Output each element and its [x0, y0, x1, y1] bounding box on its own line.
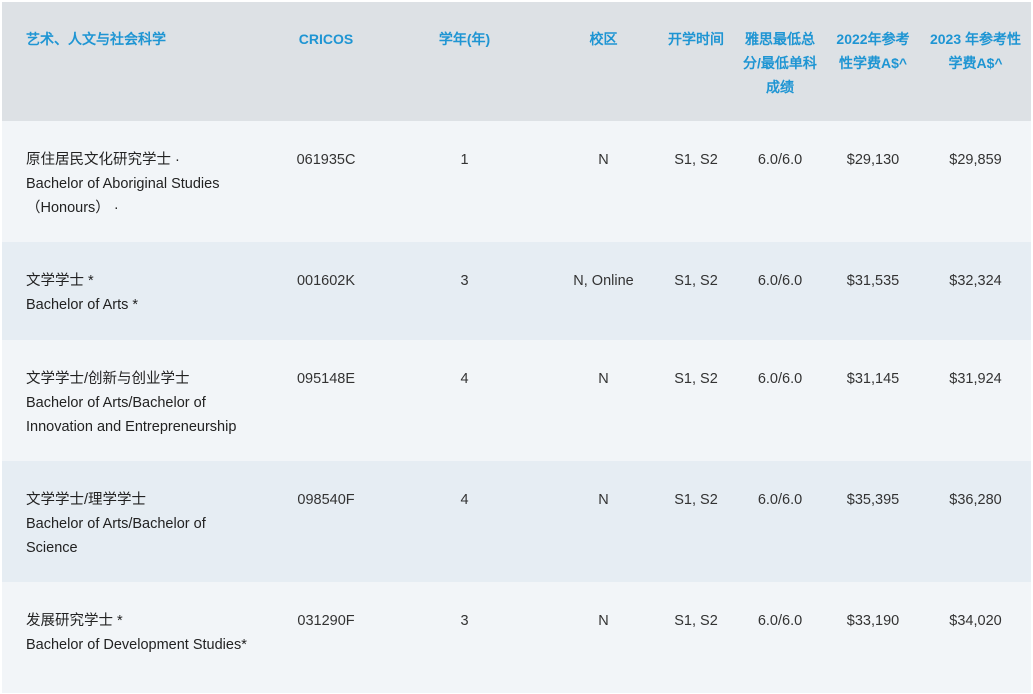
program-name-en: Bachelor of Arts/Bachelor of Science: [26, 516, 206, 556]
fee-2023-cell: $31,924: [949, 371, 1002, 387]
intake-cell: S1, S2: [674, 613, 718, 629]
cricos-cell: 095148E: [296, 371, 356, 387]
intake-cell: S1, S2: [674, 371, 718, 387]
table-row: 文学学士 * Bachelor of Arts * 001602K 3 N, O…: [0, 242, 1033, 340]
ielts-cell: 6.0/6.0: [757, 613, 803, 629]
intake-cell: S1, S2: [674, 492, 718, 508]
cricos-cell: 031290F: [297, 613, 355, 629]
campus-cell: N, Online: [573, 273, 634, 289]
table-row: 文学学士/创新与创业学士 Bachelor of Arts/Bachelor o…: [0, 340, 1033, 461]
program-name-cell: 文学学士/理学学士 Bachelor of Arts/Bachelor of S…: [0, 461, 270, 582]
header-row: 艺术、人文与社会科学 CRICOS 学年(年) 校区 开学时间 雅思最低总分/最…: [0, 0, 1033, 121]
program-name-en: Bachelor of Arts *: [26, 297, 139, 313]
program-name-en: Bachelor of Development Studies*: [26, 637, 247, 653]
campus-cell: N: [598, 152, 609, 168]
cricos-cell: 001602K: [296, 273, 356, 289]
program-name-cn: 文学学士/创新与创业学士: [26, 371, 190, 387]
program-fees-table: 艺术、人文与社会科学 CRICOS 学年(年) 校区 开学时间 雅思最低总分/最…: [0, 0, 1033, 693]
cricos-cell: 098540F: [297, 492, 355, 508]
ielts-cell: 6.0/6.0: [757, 152, 803, 168]
intake-cell: S1, S2: [674, 152, 718, 168]
program-name-cell: 文学学士/创新与创业学士 Bachelor of Arts/Bachelor o…: [0, 340, 270, 461]
program-name-cn: 文学学士/理学学士: [26, 492, 147, 508]
header-fee-2023: 2023 年参考性学费A$^: [929, 31, 1022, 71]
fee-2023-cell: $36,280: [949, 492, 1002, 508]
cricos-cell: 061935C: [296, 152, 356, 168]
fee-2022-cell: $31,535: [846, 273, 900, 289]
ielts-cell: 6.0/6.0: [757, 492, 803, 508]
fee-2023-cell: $29,859: [949, 152, 1002, 168]
header-ielts: 雅思最低总分/最低单科成绩: [743, 31, 817, 95]
program-name-en: Bachelor of Arts/Bachelor of Innovation …: [26, 395, 237, 435]
years-cell: 1: [460, 152, 469, 168]
years-cell: 4: [460, 371, 469, 387]
program-name-cell: 文学学士 * Bachelor of Arts *: [0, 242, 270, 340]
fee-2022-cell: $31,145: [846, 371, 900, 387]
table-left-border: [0, 0, 2, 694]
fee-2022-cell: $29,130: [846, 152, 900, 168]
intake-cell: S1, S2: [674, 273, 718, 289]
header-campus: 校区: [589, 31, 618, 47]
table-row: 发展研究学士 * Bachelor of Development Studies…: [0, 582, 1033, 693]
table-header: 艺术、人文与社会科学 CRICOS 学年(年) 校区 开学时间 雅思最低总分/最…: [0, 0, 1033, 121]
years-cell: 3: [460, 613, 469, 629]
ielts-cell: 6.0/6.0: [757, 273, 803, 289]
fee-2022-cell: $35,395: [846, 492, 900, 508]
table-body: 原住居民文化研究学士 · Bachelor of Aboriginal Stud…: [0, 121, 1033, 693]
table-top-border: [0, 0, 1033, 2]
years-cell: 3: [460, 273, 469, 289]
header-years: 学年(年): [438, 31, 491, 47]
header-fee-2022: 2022年参考性学费A$^: [836, 31, 910, 71]
campus-cell: N: [598, 371, 609, 387]
header-cricos: CRICOS: [298, 31, 354, 47]
program-name-cn: 原住居民文化研究学士 ·: [26, 152, 180, 168]
campus-cell: N: [598, 492, 609, 508]
fee-2023-cell: $32,324: [949, 273, 1002, 289]
program-name-cell: 发展研究学士 * Bachelor of Development Studies…: [0, 582, 270, 693]
ielts-cell: 6.0/6.0: [757, 371, 803, 387]
program-name-cn: 发展研究学士 *: [26, 613, 123, 629]
program-name-cell: 原住居民文化研究学士 · Bachelor of Aboriginal Stud…: [0, 121, 270, 242]
years-cell: 4: [460, 492, 469, 508]
fee-2022-cell: $33,190: [846, 613, 900, 629]
fee-2023-cell: $34,020: [949, 613, 1002, 629]
program-name-en: Bachelor of Aboriginal Studies （Honours）…: [26, 176, 220, 216]
program-fees-table-container: 艺术、人文与社会科学 CRICOS 学年(年) 校区 开学时间 雅思最低总分/最…: [0, 0, 1033, 694]
campus-cell: N: [598, 613, 609, 629]
header-program: 艺术、人文与社会科学: [26, 31, 166, 47]
header-intake: 开学时间: [668, 31, 724, 47]
program-name-cn: 文学学士 *: [26, 273, 94, 289]
table-row: 文学学士/理学学士 Bachelor of Arts/Bachelor of S…: [0, 461, 1033, 582]
table-row: 原住居民文化研究学士 · Bachelor of Aboriginal Stud…: [0, 121, 1033, 242]
